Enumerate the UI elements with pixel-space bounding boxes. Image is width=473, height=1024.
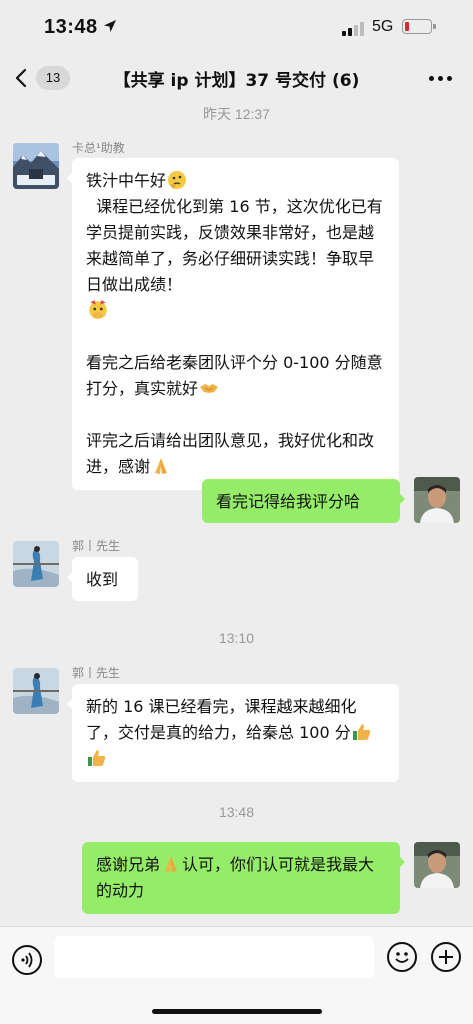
location-arrow-icon bbox=[104, 20, 116, 32]
fist-face-icon bbox=[89, 300, 107, 319]
message-text: 评完之后请给出团队意见，我好优化和改进，感谢 bbox=[86, 431, 375, 476]
message-text: 课程已经优化到第 16 节，这次优化已有学员提前实践，反馈效果非常好，也是越来越… bbox=[86, 197, 383, 294]
chat-header: 13 【共享 ip 计划】37 号交付 (6) bbox=[0, 56, 473, 100]
avatar[interactable] bbox=[13, 668, 59, 714]
praying-hands-icon bbox=[155, 458, 168, 474]
timestamp: 昨天 12:37 bbox=[203, 106, 270, 122]
message-input[interactable] bbox=[54, 936, 374, 978]
message-text: 看完之后给老秦团队评个分 0-100 分随意打分，真实就好 bbox=[86, 353, 383, 398]
status-time: 13:48 bbox=[44, 16, 98, 38]
plus-icon[interactable] bbox=[431, 942, 461, 972]
message-bubble-self[interactable]: 看完记得给我评分哈 bbox=[202, 479, 405, 523]
message-text: 感谢兄弟 bbox=[96, 855, 161, 874]
timestamp: 13:48 bbox=[218, 804, 255, 820]
avatar[interactable] bbox=[13, 143, 59, 189]
message-bubble-self[interactable]: 感谢兄弟 认可，你们认可就是我最大的动力 bbox=[82, 842, 405, 914]
voice-icon[interactable] bbox=[12, 945, 42, 975]
handshake-icon bbox=[200, 384, 219, 393]
thumbs-up-icon bbox=[352, 724, 371, 740]
avatar-self[interactable] bbox=[414, 842, 460, 888]
thumbs-up-icon bbox=[88, 750, 106, 766]
network-label: 5G bbox=[372, 18, 394, 35]
sender-name: 卡总¹助教 bbox=[72, 141, 125, 155]
message-text: 铁汁中午好 bbox=[86, 171, 167, 190]
signal-bars-icon bbox=[342, 20, 366, 36]
message-text: 看完记得给我评分哈 bbox=[216, 492, 361, 511]
status-bar: 13:48 5G bbox=[0, 0, 473, 56]
sender-name: 郭丨先生 bbox=[72, 666, 121, 680]
battery-icon bbox=[402, 19, 436, 34]
more-dots-icon[interactable] bbox=[429, 68, 453, 88]
message-bubble[interactable]: 收到 bbox=[67, 557, 138, 601]
message-text: 新的 16 课已经看完，课程越来越细化了，交付是真的给力，给秦总 100 分 bbox=[86, 697, 357, 742]
emoji-icon[interactable] bbox=[387, 942, 417, 972]
home-indicator bbox=[152, 1009, 322, 1014]
chat-title: 【共享 ip 计划】37 号交付 (6) bbox=[113, 71, 360, 91]
thinking-face-icon bbox=[168, 171, 187, 189]
timestamp: 13:10 bbox=[218, 630, 255, 646]
avatar-self[interactable] bbox=[414, 477, 460, 523]
message-text: 收到 bbox=[86, 570, 119, 589]
sender-name: 郭丨先生 bbox=[72, 539, 121, 553]
message-bubble[interactable]: 新的 16 课已经看完，课程越来越细化了，交付是真的给力，给秦总 100 分 bbox=[67, 684, 399, 782]
avatar[interactable] bbox=[13, 541, 59, 587]
message-bubble[interactable]: 铁汁中午好 课程已经优化到第 16 节，这次优化已有学员提前实践，反馈效果非常好… bbox=[67, 158, 399, 490]
praying-hands-icon bbox=[165, 856, 178, 872]
